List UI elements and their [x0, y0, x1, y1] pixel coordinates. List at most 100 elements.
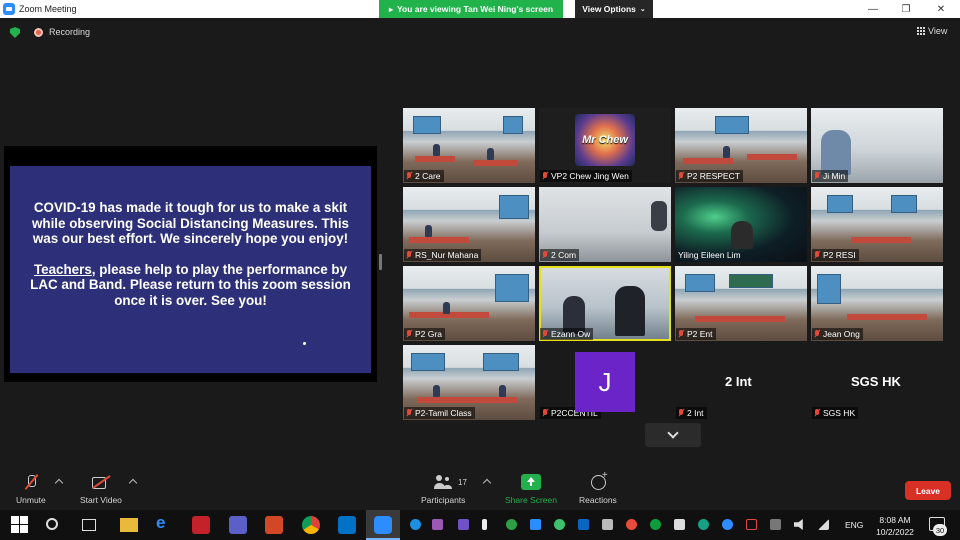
participant-tile[interactable]: P2 RESPECT	[675, 108, 807, 183]
start-video-button[interactable]: Start Video	[80, 474, 122, 505]
teams-icon[interactable]	[229, 516, 247, 534]
bluetooth-icon[interactable]	[722, 519, 733, 530]
minimize-button[interactable]: —	[858, 0, 888, 18]
notification-count-badge: 30	[933, 524, 947, 536]
participant-tile[interactable]: 2 Com	[539, 187, 671, 262]
tray-app-icon[interactable]	[432, 519, 443, 530]
tray-app-icon[interactable]	[770, 519, 781, 530]
task-view-icon[interactable]	[82, 519, 96, 531]
tray-security-icon[interactable]	[506, 519, 517, 530]
participant-tile[interactable]: 2 Care	[403, 108, 535, 183]
participant-name: 2 Int	[687, 408, 704, 418]
volume-icon[interactable]	[794, 519, 803, 530]
search-icon[interactable]	[46, 518, 58, 530]
close-button[interactable]: ✕	[926, 0, 956, 18]
desk	[847, 314, 927, 320]
acrobat-icon[interactable]	[192, 516, 210, 534]
participant-tile[interactable]: Yiling Eileen Lim	[675, 187, 807, 262]
tray-app-icon[interactable]	[554, 519, 565, 530]
profile-picture: Mr Chew	[575, 114, 635, 166]
participant-tile-active-speaker[interactable]: Ezann Ow	[539, 266, 671, 341]
network-icon[interactable]	[818, 519, 829, 530]
participant-tile[interactable]: P2 RESI	[811, 187, 943, 262]
language-indicator[interactable]: ENG	[845, 520, 863, 530]
classroom-window	[413, 116, 441, 134]
classroom-window	[411, 353, 445, 371]
participant-tile[interactable]: Jean Ong	[811, 266, 943, 341]
participant-name: Yiling Eileen Lim	[678, 250, 741, 260]
video-options-caret[interactable]	[128, 478, 138, 488]
view-button[interactable]: View	[917, 26, 947, 36]
reactions-button[interactable]: Reactions	[579, 470, 617, 505]
mouse-pointer	[303, 342, 306, 345]
participant-tile[interactable]: 2 Int 2 Int	[675, 345, 807, 420]
chrome-icon[interactable]	[302, 516, 320, 534]
participant-name-label: 2 Care	[404, 170, 444, 182]
share-banner-text: You are viewing Tan Wei Ning's screen	[397, 4, 554, 14]
maximize-button[interactable]: ❐	[891, 0, 921, 18]
split-resize-handle[interactable]	[379, 254, 382, 270]
clock-time: 8:08 AM	[879, 515, 911, 525]
tray-device-icon[interactable]	[482, 519, 487, 530]
participant-person	[615, 286, 645, 336]
participant-tile[interactable]: SGS HK SGS HK	[811, 345, 943, 420]
desk	[473, 160, 517, 166]
outlook-icon[interactable]	[338, 516, 356, 534]
leave-button[interactable]: Leave	[905, 481, 951, 500]
tray-app-icon[interactable]	[746, 519, 757, 530]
tray-app-icon[interactable]	[578, 519, 589, 530]
participant-name-label: P2-Tamil Class	[404, 407, 475, 419]
muted-mic-icon	[678, 172, 684, 180]
slide-paragraph-2: Teachers, please help to play the perfor…	[28, 262, 353, 309]
participant-tile[interactable]: P2-Tamil Class	[403, 345, 535, 420]
participants-options-caret[interactable]	[482, 478, 492, 488]
participant-tile[interactable]: P2 Ent	[675, 266, 807, 341]
muted-mic-icon	[678, 409, 684, 417]
system-clock[interactable]: 8:08 AM 10/2/2022	[872, 514, 918, 538]
start-video-label: Start Video	[80, 495, 122, 505]
tray-app-icon[interactable]	[674, 519, 685, 530]
audio-options-caret[interactable]	[54, 478, 64, 488]
view-options-button[interactable]: View Options ⌄	[575, 0, 653, 18]
shield-icon[interactable]	[10, 27, 20, 38]
participant-name: Jean Ong	[823, 329, 860, 339]
participant-name: VP2 Chew Jing Wen	[551, 171, 629, 181]
participant-tile[interactable]: Ji Min	[811, 108, 943, 183]
chevron-down-icon: ⌄	[639, 6, 646, 13]
internet-explorer-icon[interactable]: e	[156, 513, 174, 532]
participant-name-label: P2 Ent	[676, 328, 716, 340]
screen-share-banner: ▸ You are viewing Tan Wei Ning's screen	[379, 0, 563, 18]
unmute-label: Unmute	[16, 495, 46, 505]
zoom-icon[interactable]	[374, 516, 392, 534]
windows-start-icon[interactable]	[11, 516, 28, 533]
powerpoint-icon[interactable]	[265, 516, 283, 534]
participant-name: Ji Min	[823, 171, 846, 181]
classroom-window	[503, 116, 523, 134]
participant-name-label: SGS HK	[812, 407, 859, 419]
share-screen-button[interactable]: Share Screen	[505, 474, 557, 505]
tray-app-icon[interactable]	[698, 519, 709, 530]
tray-app-icon[interactable]	[410, 519, 421, 530]
participant-person	[731, 221, 753, 249]
zoom-logo-icon	[3, 3, 15, 15]
participant-name: P2 RESI	[823, 250, 856, 260]
shared-screen[interactable]: COVID-19 has made it tough for us to mak…	[4, 146, 377, 382]
classroom-window	[891, 195, 917, 213]
restore-icon: ❐	[901, 3, 911, 15]
speaker-icon: ▸	[388, 4, 393, 14]
unmute-button[interactable]: Unmute	[16, 474, 46, 505]
participant-tile[interactable]: RS_Nur Mahana	[403, 187, 535, 262]
file-explorer-icon[interactable]	[120, 518, 138, 532]
tray-app-icon[interactable]	[602, 519, 613, 530]
classroom-window	[715, 116, 749, 134]
participant-name: P2 Ent	[687, 329, 713, 339]
gallery-next-page-button[interactable]	[645, 423, 701, 447]
tray-app-icon[interactable]	[626, 519, 637, 530]
tray-zoom-icon[interactable]	[530, 519, 541, 530]
desk	[683, 158, 733, 164]
participant-tile[interactable]: P2 Gra	[403, 266, 535, 341]
tray-app-icon[interactable]	[650, 519, 661, 530]
tray-app-icon[interactable]	[458, 519, 469, 530]
student	[499, 385, 506, 397]
classroom-window	[685, 274, 715, 292]
